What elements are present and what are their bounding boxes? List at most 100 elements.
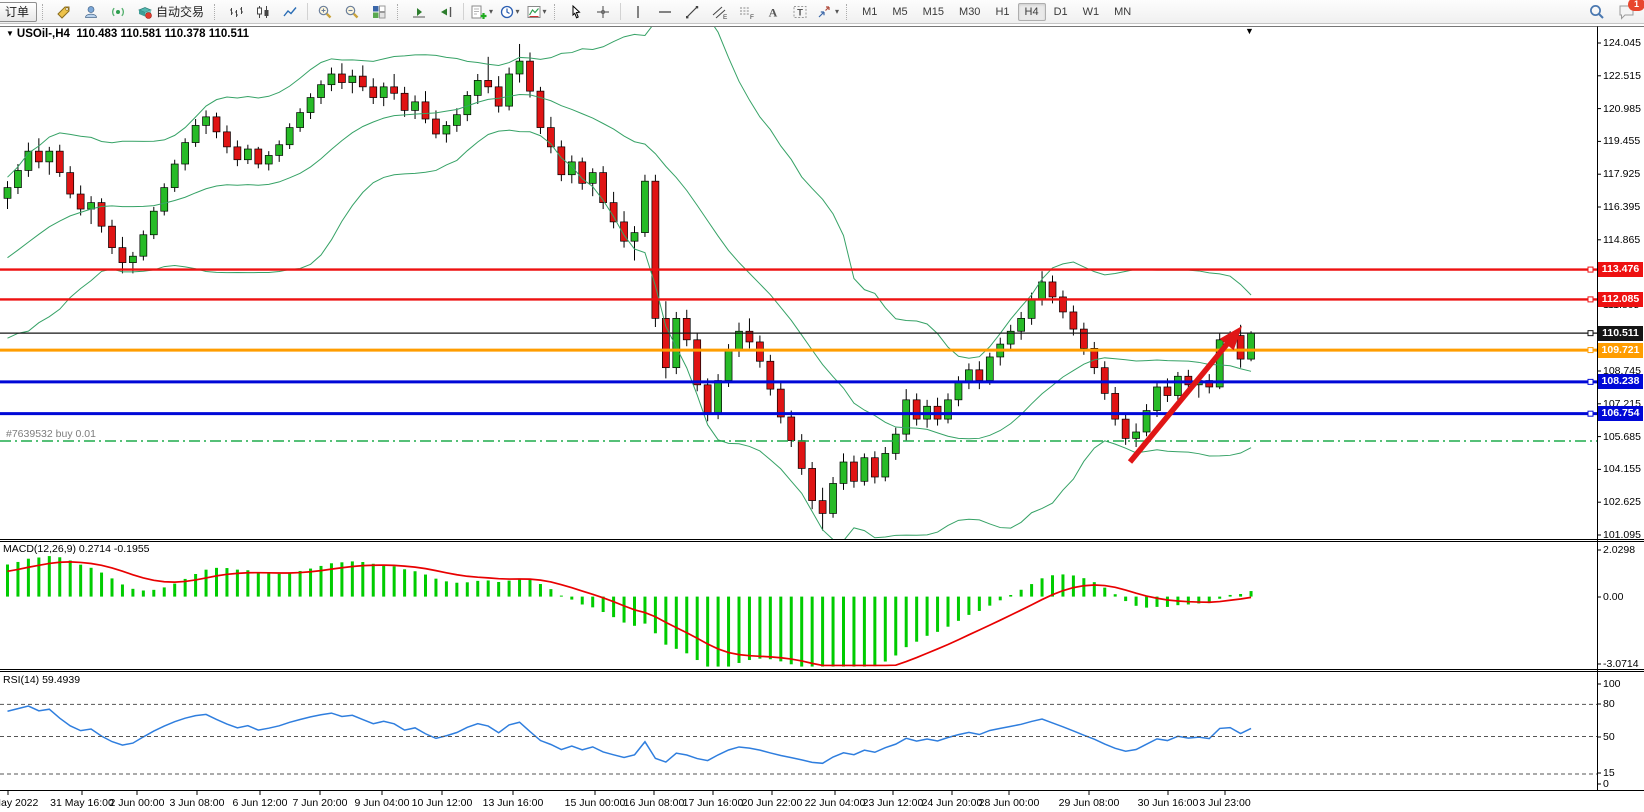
chart-shift-button[interactable] — [433, 1, 459, 23]
ohlc-values: 110.483 110.581 110.378 110.511 — [76, 28, 249, 40]
chart-title: ▼USOil-,H4 110.483 110.581 110.378 110.5… — [6, 28, 249, 40]
new-order-tag-icon — [56, 4, 72, 20]
indicators-icon — [470, 4, 488, 20]
symbol-dropdown-icon[interactable]: ▼ — [6, 29, 14, 38]
bar-chart-icon — [228, 4, 244, 20]
arrows-icon — [816, 4, 834, 20]
trend-arrow-line[interactable] — [1130, 337, 1233, 462]
signals-icon — [110, 4, 126, 20]
line-chart-icon — [282, 4, 298, 20]
indicators-button[interactable]: ▾ — [468, 1, 495, 23]
vertical-line-icon — [630, 4, 646, 20]
tf-h1-button[interactable]: H1 — [988, 3, 1016, 21]
crosshair-icon — [595, 4, 611, 20]
fibonacci-icon: F — [738, 4, 755, 20]
bar-chart-button[interactable] — [223, 1, 249, 23]
fibonacci-button[interactable]: F — [733, 1, 759, 23]
candlestick-chart-button[interactable] — [250, 1, 276, 23]
clock-icon — [499, 4, 515, 20]
tf-m30-button[interactable]: M30 — [952, 3, 987, 21]
autotrading-button[interactable]: 自动交易 — [132, 1, 209, 23]
text-button[interactable]: A — [760, 1, 786, 23]
zoom-in-icon — [317, 4, 333, 20]
text-icon: A — [765, 4, 781, 20]
toolbar-grip — [397, 4, 402, 20]
horizontal-line-button[interactable] — [652, 1, 678, 23]
toolbar: 订单 自动交易 ▾ ▾ ▾ E F A T ▾ M1 M5 M15 M30 H1… — [0, 0, 1644, 24]
tf-mn-button[interactable]: MN — [1107, 3, 1138, 21]
new-order-button[interactable] — [51, 1, 77, 23]
horizontal-line-icon — [657, 4, 673, 20]
hline-anchor — [1588, 379, 1593, 384]
tf-m1-button[interactable]: M1 — [855, 3, 884, 21]
autotrading-label: 自动交易 — [156, 3, 204, 20]
trendline-icon — [684, 4, 700, 20]
toolbar-separator — [463, 3, 464, 20]
toolbar-grip — [42, 4, 47, 20]
community-button[interactable] — [78, 1, 104, 23]
rsi-line — [8, 706, 1252, 763]
equidistant-channel-icon: E — [711, 4, 728, 20]
hline-anchor — [1588, 348, 1593, 353]
macd-histogram — [6, 556, 1253, 666]
crosshair-button[interactable] — [590, 1, 616, 23]
community-icon — [83, 4, 99, 20]
chevron-down-icon: ▾ — [835, 7, 839, 16]
hline-anchor — [1588, 297, 1593, 302]
line-chart-button[interactable] — [277, 1, 303, 23]
trendline-button[interactable] — [679, 1, 705, 23]
chevron-down-icon: ▾ — [516, 7, 520, 16]
svg-text:T: T — [797, 7, 803, 18]
zoom-in-button[interactable] — [312, 1, 338, 23]
search-icon — [1588, 3, 1606, 21]
text-label-button[interactable]: T — [787, 1, 813, 23]
candlestick-chart-icon — [255, 4, 271, 20]
text-label-icon: T — [792, 4, 808, 20]
toolbar-grip — [554, 4, 559, 20]
chart-canvas[interactable] — [0, 0, 1644, 812]
svg-text:E: E — [723, 14, 728, 20]
templates-button[interactable]: ▾ — [523, 1, 549, 23]
tile-windows-button[interactable] — [366, 1, 392, 23]
tf-h4-button[interactable]: H4 — [1018, 3, 1046, 21]
chevron-down-icon: ▾ — [489, 7, 493, 16]
bollinger-middle-band — [8, 95, 1252, 439]
cursor-button[interactable] — [563, 1, 589, 23]
equidistant-channel-button[interactable]: E — [706, 1, 732, 23]
tf-m5-button[interactable]: M5 — [885, 3, 914, 21]
cursor-icon — [568, 4, 584, 20]
symbol-label: USOil-,H4 — [17, 28, 70, 40]
toolbar-separator — [620, 3, 621, 20]
vertical-line-button[interactable] — [625, 1, 651, 23]
svg-text:F: F — [750, 14, 754, 20]
search-button[interactable] — [1584, 1, 1610, 23]
tf-d1-button[interactable]: D1 — [1047, 3, 1075, 21]
last-bar-marker-icon: ▼ — [1245, 26, 1254, 36]
svg-text:A: A — [769, 5, 778, 19]
chart-shift-icon — [438, 4, 454, 20]
toolbar-grip — [846, 4, 851, 20]
toolbar-separator — [307, 3, 308, 20]
signals-button[interactable] — [105, 1, 131, 23]
templates-icon — [526, 4, 542, 20]
order-label: #7639532 buy 0.01 — [6, 428, 96, 440]
market-box-icon — [137, 4, 153, 20]
tile-windows-icon — [371, 4, 387, 20]
rsi-label: RSI(14) 59.4939 — [3, 674, 80, 686]
toolbar-grip — [214, 4, 219, 20]
zoom-out-button[interactable] — [339, 1, 365, 23]
hline-anchor — [1588, 331, 1593, 336]
auto-scroll-button[interactable] — [406, 1, 432, 23]
hline-anchor — [1588, 267, 1593, 272]
candles-layer — [4, 44, 1255, 531]
tf-w1-button[interactable]: W1 — [1076, 3, 1107, 21]
orders-button[interactable]: 订单 — [0, 2, 37, 22]
arrows-button[interactable]: ▾ — [814, 1, 841, 23]
zoom-out-icon — [344, 4, 360, 20]
notification-badge: 1 — [1628, 0, 1644, 11]
periods-button[interactable]: ▾ — [496, 1, 522, 23]
notifications-button[interactable]: 1 — [1614, 1, 1640, 23]
macd-signal-line — [8, 562, 1252, 666]
chevron-down-icon: ▾ — [543, 7, 547, 16]
tf-m15-button[interactable]: M15 — [916, 3, 951, 21]
